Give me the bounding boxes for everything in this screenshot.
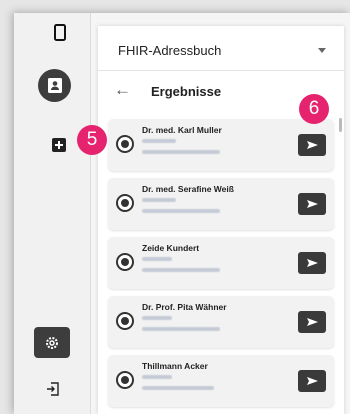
send-button[interactable] <box>298 311 326 333</box>
list-item[interactable]: Zeide Kundert <box>108 237 334 289</box>
address-book-icon[interactable] <box>38 69 71 102</box>
person-avatar-icon <box>116 253 134 271</box>
send-arrow-icon <box>306 318 318 326</box>
results-title: Ergebnisse <box>151 84 222 99</box>
chevron-down-icon <box>318 48 326 53</box>
contact-name: Thillmann Acker <box>142 361 208 371</box>
add-icon[interactable] <box>52 138 66 152</box>
send-arrow-icon <box>306 141 318 149</box>
list-item[interactable]: Thillmann Acker <box>108 355 334 407</box>
left-rail <box>14 13 91 414</box>
addressbook-select[interactable]: FHIR-Adressbuch <box>98 26 344 71</box>
send-button[interactable] <box>298 370 326 392</box>
send-button[interactable] <box>298 193 326 215</box>
contact-name: Dr. Prof. Pita Wähner <box>142 302 227 312</box>
addressbook-select-label: FHIR-Adressbuch <box>118 43 222 58</box>
contact-name: Zeide Kundert <box>142 243 200 253</box>
list-item[interactable]: Dr. med. Serafine Weiß <box>108 178 334 230</box>
contact-name: Dr. med. Serafine Weiß <box>142 184 234 194</box>
person-avatar-icon <box>116 194 134 212</box>
logout-icon[interactable] <box>44 380 62 398</box>
person-avatar-icon <box>116 371 134 389</box>
send-arrow-icon <box>306 377 318 385</box>
send-button[interactable] <box>298 252 326 274</box>
callout-marker-6: 6 <box>299 94 329 124</box>
settings-gear-icon[interactable] <box>34 327 70 358</box>
list-item[interactable]: Dr. Prof. Pita Wähner <box>108 296 334 348</box>
back-arrow-icon[interactable]: ← <box>114 80 131 100</box>
send-arrow-icon <box>306 259 318 267</box>
callout-marker-5: 5 <box>77 125 107 155</box>
person-avatar-icon <box>116 135 134 153</box>
send-arrow-icon <box>306 200 318 208</box>
send-button[interactable] <box>298 134 326 156</box>
list-item[interactable]: Dr. med. Karl Muller <box>108 119 334 171</box>
phone-icon[interactable] <box>52 22 68 42</box>
contact-name: Dr. med. Karl Muller <box>142 125 222 135</box>
person-avatar-icon <box>116 312 134 330</box>
results-scrollbar[interactable] <box>339 118 342 132</box>
